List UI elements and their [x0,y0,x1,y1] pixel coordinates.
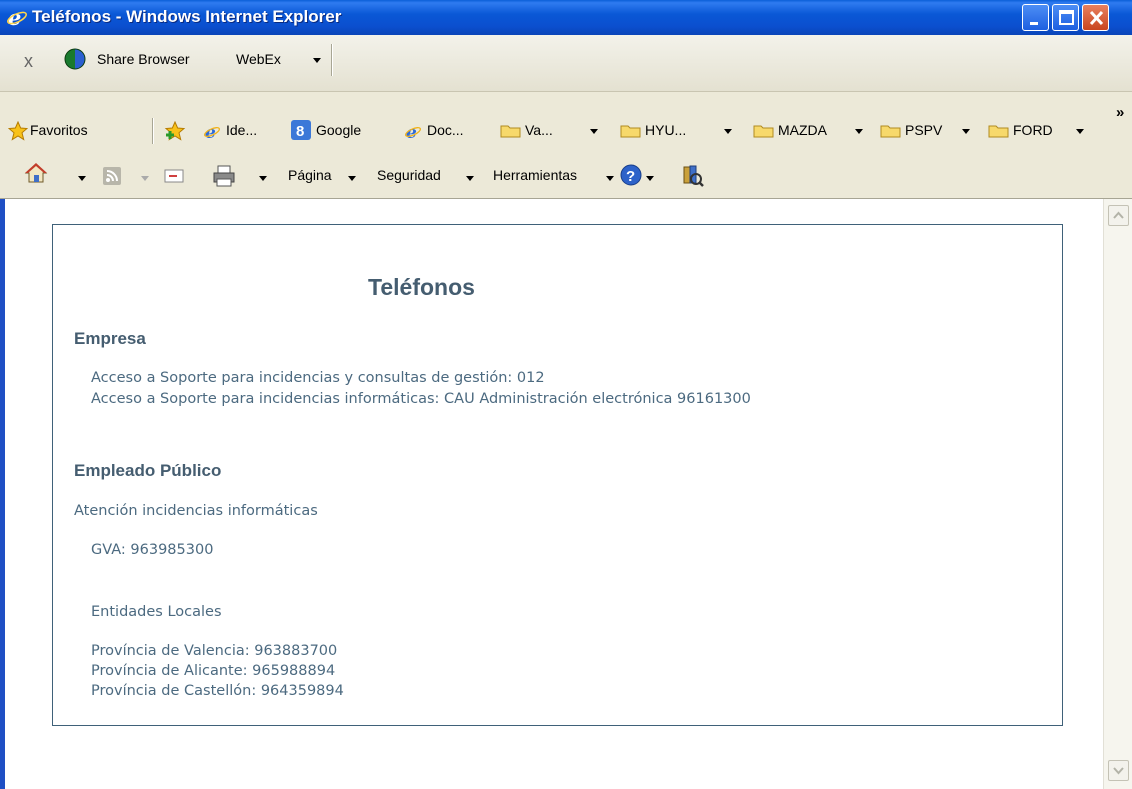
chevron-down-icon [1076,129,1084,134]
window-left-border [0,199,5,789]
close-icon [1089,10,1104,26]
folder-icon [880,125,901,138]
chevron-down-icon [855,129,863,134]
toolbar-close-button[interactable]: x [24,51,33,72]
overflow-chevron-button[interactable]: » [1116,104,1124,121]
empleado-heading: Empleado Público [74,461,222,480]
research-icon[interactable] [681,164,705,188]
provincia-phone: Província de Alicante: 965988894 [91,663,336,679]
scroll-down-button[interactable] [1108,760,1129,781]
empresa-line: Acceso a Soporte para incidencias y cons… [91,370,545,386]
home-icon[interactable] [24,162,48,184]
favorite-folder[interactable]: HYU... [645,122,686,138]
favorite-folder[interactable]: Va... [525,122,553,138]
internet-explorer-icon: e [7,6,27,28]
title-bar: e Teléfonos - Windows Internet Explorer [0,0,1132,35]
gva-phone: GVA: 963985300 [91,542,214,558]
chevron-down-icon [590,129,598,134]
webex-menu[interactable]: WebEx [236,51,281,67]
toolbar-separator [331,44,333,76]
folder-icon [620,125,641,138]
chevron-down-icon[interactable] [259,176,267,181]
feeds-icon[interactable] [103,167,121,185]
empleado-subheading: Atención incidencias informáticas [74,503,318,519]
provincia-phone: Província de Castellón: 964359894 [91,683,344,699]
folder-icon [753,125,774,138]
svg-text:?: ? [626,168,635,185]
favorite-item[interactable]: Doc... [427,122,464,138]
herramientas-menu[interactable]: Herramientas [493,167,577,183]
chevron-down-icon [962,129,970,134]
empresa-line: Acceso a Soporte para incidencias inform… [91,391,751,407]
scroll-up-button[interactable] [1108,205,1129,226]
maximize-button[interactable] [1052,4,1079,31]
favorites-button[interactable]: Favoritos [30,122,88,138]
favorite-folder[interactable]: MAZDA [778,122,827,138]
favorite-folder[interactable]: PSPV [905,122,942,138]
ie-page-icon: e [404,123,422,141]
folder-icon [988,125,1009,138]
favorites-separator [152,118,154,144]
globe-icon [64,48,86,70]
minimize-button[interactable] [1022,4,1049,31]
chevron-down-icon[interactable] [141,176,149,181]
pagina-menu[interactable]: Página [288,167,332,183]
provincia-phone: Província de Valencia: 963883700 [91,643,338,659]
seguridad-menu[interactable]: Seguridad [377,167,441,183]
mail-icon[interactable] [164,168,184,184]
chevron-up-icon [1113,211,1124,219]
page-content: Teléfonos Empresa Acceso a Soporte para … [0,199,1132,789]
chevron-down-icon [466,176,474,181]
favorites-bar: Favoritos e Ide... 8 Google e Doc... Va.… [0,92,1132,154]
chevron-down-icon [724,129,732,134]
chevron-down-icon [313,58,321,63]
google-icon: 8 [291,120,311,140]
entidades-locales-label: Entidades Locales [91,604,222,620]
folder-icon [500,125,521,138]
chevron-down-icon [606,176,614,181]
favorite-folder[interactable]: FORD [1013,122,1053,138]
command-bar: Página Seguridad Herramientas ? [0,154,1132,199]
favorites-star-icon [8,121,28,141]
share-browser-button[interactable]: Share Browser [97,51,190,67]
chevron-down-icon [1113,767,1124,775]
window-title: Teléfonos - Windows Internet Explorer [32,7,342,26]
links-toolbar: x Share Browser WebEx [0,35,1132,92]
minimize-icon [1030,22,1038,25]
ie-page-icon: e [203,123,221,141]
close-button[interactable] [1082,4,1109,31]
svg-text:8: 8 [296,123,304,140]
favorite-item[interactable]: Ide... [226,122,257,138]
chevron-down-icon[interactable] [78,176,86,181]
add-favorite-icon[interactable] [164,121,186,141]
vertical-scrollbar[interactable] [1103,199,1132,789]
chevron-down-icon[interactable] [646,176,654,181]
chevron-down-icon [348,176,356,181]
empresa-heading: Empresa [74,329,146,348]
maximize-icon [1059,10,1074,25]
favorite-item[interactable]: Google [316,122,361,138]
print-icon[interactable] [212,165,236,187]
help-icon[interactable]: ? [620,164,642,186]
page-title: Teléfonos [368,274,475,300]
